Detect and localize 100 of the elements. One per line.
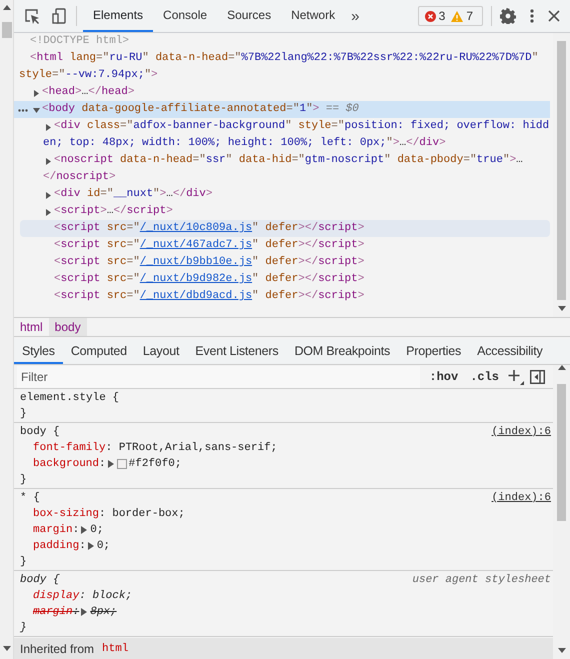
property-value[interactable]: 0;	[96, 538, 110, 554]
code-line: <script src="/_nuxt/b9d982e.js" defer></script>	[54, 273, 364, 285]
code-line: <script src="/_nuxt/b9bb10e.js" defer></script>	[54, 256, 364, 268]
css-selector: element.style {	[20, 391, 120, 406]
sidebar-tab[interactable]: Properties	[398, 339, 470, 364]
color-swatch[interactable]	[116, 459, 127, 469]
triangle-icon[interactable]	[45, 124, 52, 131]
sidebar-tab[interactable]: Event Listeners	[187, 339, 286, 364]
triangle-icon[interactable]	[81, 526, 88, 534]
code-line: <script>…</script>	[54, 205, 173, 217]
sidebar-tab[interactable]: Layout	[134, 339, 188, 364]
colon: :	[72, 523, 80, 538]
scrollbar-thumb[interactable]	[557, 384, 566, 521]
error-icon	[424, 10, 436, 22]
property-name[interactable]: font-family	[33, 440, 106, 456]
colon: :	[79, 539, 86, 554]
settings-icon[interactable]	[500, 8, 516, 24]
colon: :	[79, 589, 86, 604]
scroll-down-icon[interactable]	[558, 648, 566, 653]
closing-brace: }	[20, 407, 27, 422]
property-name[interactable]: display	[33, 588, 80, 604]
triangle-icon[interactable]	[108, 460, 114, 468]
property-name[interactable]: box-sizing	[33, 506, 100, 522]
property-name[interactable]: padding	[33, 538, 80, 554]
issues-counter[interactable]: 3 7	[418, 6, 483, 26]
class-button[interactable]: .cls	[467, 370, 502, 384]
scrollbar-thumb[interactable]	[557, 41, 566, 300]
code-line: <div class="adfox-banner-background" style="position: fixed; overflow: hidd	[54, 120, 550, 132]
inherited-selector[interactable]: html	[102, 642, 128, 654]
inspect-icon[interactable]	[24, 8, 40, 24]
triangle-icon[interactable]	[33, 90, 40, 97]
colon: :	[72, 605, 80, 620]
menu-icon[interactable]	[530, 9, 534, 23]
code-line: </noscript>	[43, 171, 116, 183]
source-link[interactable]: /_nuxt/dbd9acd.js	[140, 290, 252, 302]
more-tabs-button[interactable]: »	[345, 8, 366, 24]
code-line: <html lang="ru-RU" data-n-head="%7B%22lang%22:%7B%22ssr%22:%22ru-RU%22%7D%7D"	[30, 52, 538, 64]
scrollbar-thumb[interactable]	[2, 22, 12, 38]
property-value[interactable]: 0;	[90, 522, 104, 538]
code-line: <body data-google-affiliate-annotated="1"> == $0	[42, 103, 359, 115]
panel-tab[interactable]: Sources	[217, 0, 282, 32]
colon: :	[99, 457, 106, 472]
code-line: <!DOCTYPE html>	[30, 35, 130, 47]
property-value[interactable]: block;	[92, 588, 132, 604]
code-line: <script src="/_nuxt/467adc7.js" defer></script>	[54, 239, 364, 251]
scroll-down-icon[interactable]	[2, 646, 10, 651]
triangle-icon[interactable]	[45, 209, 52, 216]
scroll-up-icon[interactable]	[2, 5, 10, 10]
property-name[interactable]: margin	[33, 604, 73, 620]
source-link[interactable]: (index):6	[492, 424, 553, 440]
code-line: <script src="/_nuxt/dbd9acd.js" defer></script>	[54, 290, 364, 302]
sidebar-tab[interactable]: Computed	[62, 339, 135, 364]
property-value[interactable]: 8px;	[90, 604, 117, 620]
property-name[interactable]: margin	[33, 522, 73, 538]
breadcrumb[interactable]: html	[14, 318, 49, 336]
sidebar-tab[interactable]: Styles	[14, 339, 63, 364]
property-value[interactable]: PTRoot,Arial,sans-serif;	[118, 440, 278, 456]
filter-field[interactable]: Filter	[17, 366, 420, 388]
source-link[interactable]: (index):6	[492, 490, 553, 506]
triangle-icon[interactable]	[45, 192, 52, 199]
property-value[interactable]: border-box;	[112, 506, 185, 522]
css-selector: body {	[20, 573, 60, 588]
more-icon[interactable]	[18, 109, 28, 112]
sidebar-toggle-icon[interactable]	[530, 370, 545, 384]
closing-brace: }	[20, 621, 27, 636]
hover-state-button[interactable]: :hov	[426, 370, 462, 384]
source-link[interactable]: /_nuxt/b9d982e.js	[140, 273, 252, 285]
source-link[interactable]: /_nuxt/b9bb10e.js	[140, 256, 252, 268]
closing-brace: }	[20, 473, 27, 488]
hovered-row[interactable]: <script src="/_nuxt/10c809a.js" defer></script>	[20, 220, 550, 237]
css-selector: * {	[20, 491, 40, 506]
triangle-icon[interactable]	[88, 542, 94, 550]
close-icon[interactable]	[548, 10, 560, 22]
property-name[interactable]: background	[33, 456, 100, 472]
inherited-label: Inherited from	[20, 642, 94, 656]
css-selector: body {	[20, 425, 60, 440]
sidebar-tab[interactable]: Accessibility	[469, 339, 551, 364]
add-rule-icon[interactable]	[508, 368, 524, 384]
colon: :	[99, 507, 106, 522]
warning-icon	[451, 10, 464, 22]
source-link[interactable]: /_nuxt/10c809a.js	[140, 222, 252, 234]
panel-tab[interactable]: Console	[153, 0, 218, 32]
breadcrumb[interactable]: body	[48, 318, 87, 336]
selected-row[interactable]: <body data-google-affiliate-annotated="1"> == $0	[14, 101, 550, 118]
triangle-icon[interactable]	[45, 158, 52, 165]
origin-label: user agent stylesheet	[412, 573, 552, 588]
device-icon[interactable]	[52, 8, 66, 24]
property-value[interactable]: #f2f0f0;	[128, 456, 182, 472]
sidebar-tab[interactable]: DOM Breakpoints	[286, 339, 398, 364]
code-line: <noscript data-n-head="ssr" data-hid="gtm-noscript" data-pbody="true">…	[54, 154, 523, 166]
code-line: style="--vw:7.94px;">	[19, 69, 158, 81]
scroll-down-icon[interactable]	[558, 306, 566, 311]
code-line: <div id="__nuxt">…</div>	[54, 188, 212, 200]
code-line: <head>…</head>	[42, 86, 134, 98]
triangle-icon[interactable]	[33, 107, 40, 114]
panel-tab[interactable]: Elements	[83, 0, 154, 32]
source-link[interactable]: /_nuxt/467adc7.js	[140, 239, 252, 251]
triangle-icon[interactable]	[81, 608, 88, 616]
colon: :	[106, 441, 112, 456]
panel-tab[interactable]: Network	[281, 0, 346, 32]
